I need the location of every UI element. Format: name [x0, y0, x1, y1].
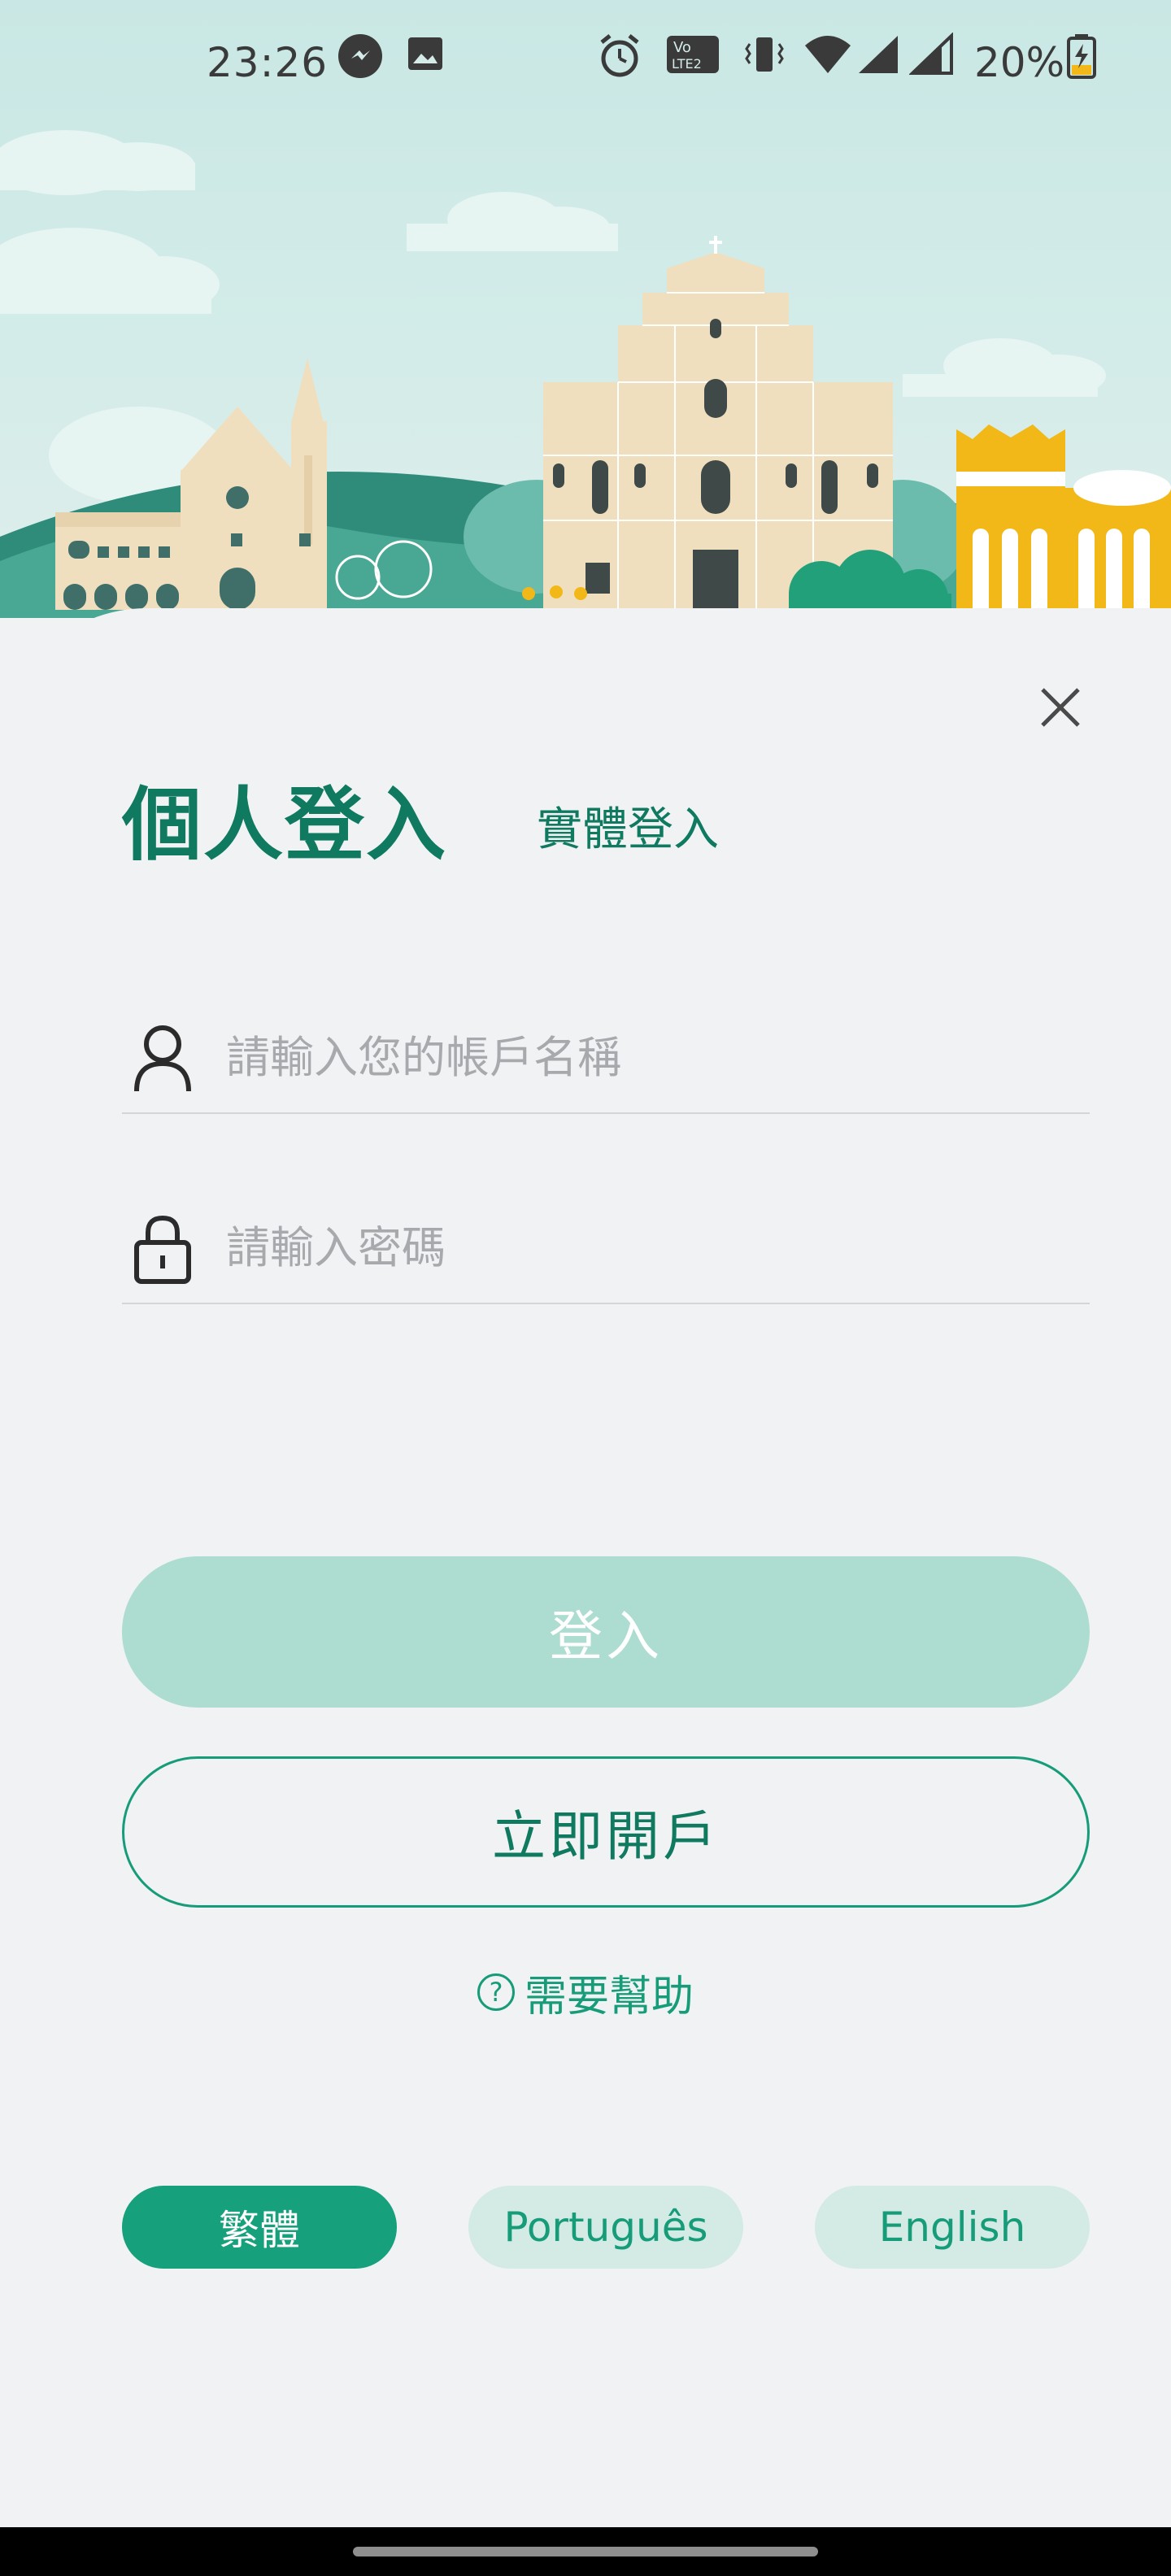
lang-traditional-chinese[interactable]: 繁體	[122, 2186, 397, 2269]
tab-entity-login[interactable]: 實體登入	[537, 793, 719, 859]
vibrate-icon	[745, 37, 784, 72]
login-button[interactable]: 登入	[122, 1556, 1090, 1708]
help-label: 需要幫助	[524, 1972, 694, 2021]
lang-portuguese[interactable]: Português	[468, 2186, 743, 2269]
image-icon	[408, 37, 442, 70]
volte-icon: Vo LTE2	[667, 36, 719, 73]
svg-text:Vo: Vo	[673, 39, 691, 56]
signal-icon	[859, 36, 898, 73]
tab-personal-login[interactable]: 個人登入	[122, 760, 447, 876]
battery-charging-icon	[1067, 34, 1096, 79]
help-link[interactable]: ? 需要幫助	[0, 1960, 1171, 2025]
messenger-icon	[338, 34, 382, 78]
hero-illustration: 23:26 Vo LTE2 20%	[0, 0, 1171, 618]
alarm-icon	[600, 34, 639, 77]
register-button[interactable]: 立即開戶	[122, 1756, 1090, 1908]
user-icon	[134, 1025, 191, 1092]
status-bar: 23:26 Vo LTE2 20%	[0, 33, 1171, 98]
close-button[interactable]	[1028, 675, 1093, 740]
help-icon: ?	[477, 1973, 515, 2011]
svg-text:LTE2: LTE2	[672, 56, 702, 72]
close-icon	[1041, 688, 1080, 727]
username-field	[122, 1000, 1090, 1114]
password-input[interactable]	[226, 1207, 1072, 1288]
wifi-icon	[805, 36, 851, 73]
status-time: 23:26	[207, 39, 329, 86]
username-input[interactable]	[226, 1016, 1072, 1098]
password-field	[122, 1190, 1090, 1304]
battery-percent: 20%	[974, 39, 1065, 86]
lock-icon	[134, 1215, 191, 1284]
signal-icon	[909, 33, 953, 75]
lang-english[interactable]: English	[815, 2186, 1090, 2269]
home-gesture-handle[interactable]	[353, 2547, 818, 2556]
